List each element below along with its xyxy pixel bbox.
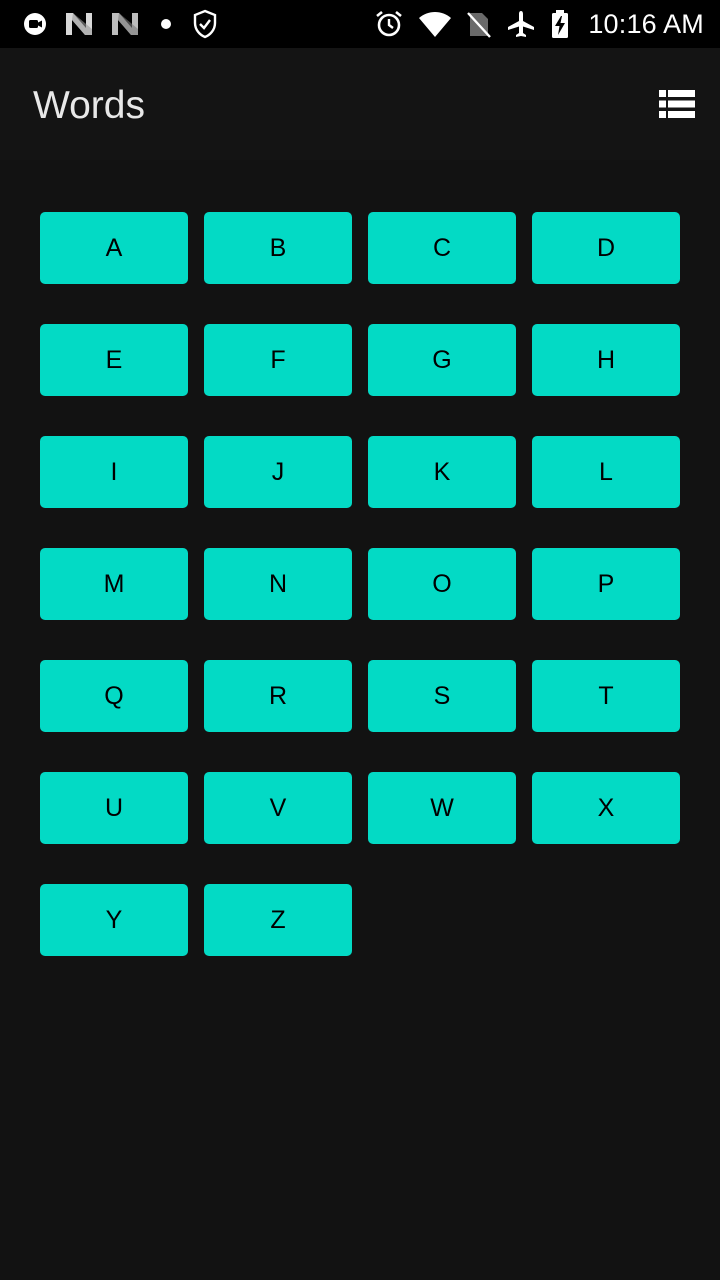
letter-button-z[interactable]: Z [204,884,352,956]
letter-button-p[interactable]: P [532,548,680,620]
list-view-toggle-button[interactable] [656,86,698,126]
letter-button-f[interactable]: F [204,324,352,396]
airplane-mode-icon [506,9,536,39]
letter-button-v[interactable]: V [204,772,352,844]
letter-button-i[interactable]: I [40,436,188,508]
letter-button-l[interactable]: L [532,436,680,508]
wifi-icon [418,10,452,38]
letter-button-h[interactable]: H [532,324,680,396]
letter-button-r[interactable]: R [204,660,352,732]
letter-button-k[interactable]: K [368,436,516,508]
alarm-icon [374,9,404,39]
app-title: Words [33,84,145,127]
letter-button-t[interactable]: T [532,660,680,732]
status-right-icons: 10:16 AM [374,8,704,40]
list-view-icon [659,89,695,124]
no-sim-icon [466,9,492,39]
status-left-icons [22,8,218,40]
status-bar: 10:16 AM [0,0,720,48]
letter-button-x[interactable]: X [532,772,680,844]
letter-button-a[interactable]: A [40,212,188,284]
n-logo-icon [64,11,94,37]
letter-button-j[interactable]: J [204,436,352,508]
letter-button-s[interactable]: S [368,660,516,732]
letter-button-d[interactable]: D [532,212,680,284]
status-time: 10:16 AM [588,8,704,39]
shield-check-icon [192,9,218,39]
battery-charging-icon [550,9,570,39]
letter-button-y[interactable]: Y [40,884,188,956]
letter-button-b[interactable]: B [204,212,352,284]
letter-button-n[interactable]: N [204,548,352,620]
letter-button-u[interactable]: U [40,772,188,844]
dot-icon [156,11,176,37]
letter-button-q[interactable]: Q [40,660,188,732]
letter-button-g[interactable]: G [368,324,516,396]
letter-button-c[interactable]: C [368,212,516,284]
letters-grid: A B C D E F G H I J K L M N O P Q R S T … [40,212,680,956]
screen-record-icon [22,11,48,37]
letter-button-o[interactable]: O [368,548,516,620]
app-bar: Words [0,48,720,160]
letter-button-e[interactable]: E [40,324,188,396]
n-logo-icon [110,11,140,37]
letter-button-w[interactable]: W [368,772,516,844]
letter-button-m[interactable]: M [40,548,188,620]
